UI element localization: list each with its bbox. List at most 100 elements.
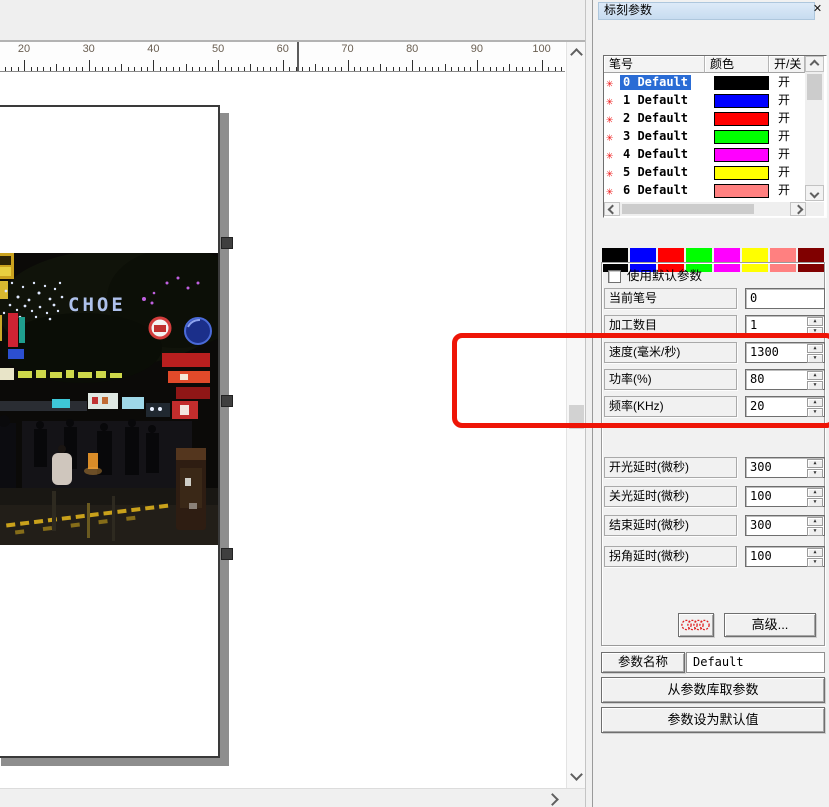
pen-color-swatch[interactable] <box>714 130 769 144</box>
selection-handle-bottom-right[interactable] <box>221 548 233 560</box>
param-name-field[interactable]: Default <box>686 652 825 673</box>
pen-scroll-left-button[interactable] <box>604 202 620 216</box>
pen-list-column-header[interactable]: 开/关 <box>769 56 805 73</box>
street-photo-object[interactable]: CHOE <box>0 253 218 545</box>
pen-row[interactable]: ✳0 Default开 <box>604 74 805 92</box>
spin-up-button[interactable]: ▲ <box>807 317 823 326</box>
panel-titlebar[interactable]: 标刻参数 <box>598 2 815 20</box>
field-input[interactable]: 1300▲▼ <box>745 342 825 363</box>
ruler-tick <box>328 67 329 71</box>
pen-row[interactable]: ✳1 Default开 <box>604 92 805 110</box>
spin-up-button[interactable]: ▲ <box>807 398 823 407</box>
spin-up-button[interactable]: ▲ <box>807 517 823 526</box>
use-default-checkbox[interactable] <box>608 270 621 283</box>
spin-up-button[interactable]: ▲ <box>807 488 823 497</box>
field-input[interactable]: 100▲▼ <box>745 486 825 507</box>
pen-row[interactable]: ✳2 Default开 <box>604 110 805 128</box>
ruler-tick <box>141 67 142 71</box>
spin-down-button[interactable]: ▼ <box>807 498 823 507</box>
pen-name[interactable]: 0 Default <box>620 75 691 90</box>
pen-vscroll-thumb[interactable] <box>807 74 822 100</box>
spin-down-button[interactable]: ▼ <box>807 558 823 567</box>
pen-color-swatch[interactable] <box>714 184 769 198</box>
ruler-label: 20 <box>11 43 37 55</box>
marking-params-panel: 标刻参数 ✕ 笔号颜色开/关 ✳0 Default开✳1 Default开✳2 … <box>592 0 829 807</box>
spin-up-button[interactable]: ▲ <box>807 371 823 380</box>
pen-row[interactable]: ✳6 Default开 <box>604 182 805 200</box>
pen-hscroll-thumb[interactable] <box>622 204 754 214</box>
ruler-tick <box>425 67 426 71</box>
field-input[interactable]: 300▲▼ <box>745 457 825 478</box>
drawing-workspace[interactable]: CHOE <box>0 72 565 788</box>
pen-list-column-header[interactable]: 颜色 <box>705 56 769 73</box>
pen-state[interactable]: 开 <box>778 129 790 144</box>
pen-row[interactable]: ✳4 Default开 <box>604 146 805 164</box>
selection-handle-mid-right[interactable] <box>221 395 233 407</box>
vscroll-thumb[interactable] <box>569 405 584 429</box>
advanced-button[interactable]: 高级... <box>724 613 816 637</box>
pen-name[interactable]: 2 Default <box>620 111 691 126</box>
field-label: 功率(%) <box>604 369 737 390</box>
spin-up-button[interactable]: ▲ <box>807 459 823 468</box>
pen-color-swatch[interactable] <box>714 166 769 180</box>
field-input[interactable]: 20▲▼ <box>745 396 825 417</box>
ruler-tick <box>69 67 70 71</box>
pen-name[interactable]: 3 Default <box>620 129 691 144</box>
pen-list-vscrollbar[interactable] <box>805 56 824 201</box>
pen-list-hscrollbar[interactable] <box>604 202 824 216</box>
field-input[interactable]: 300▲▼ <box>745 515 825 536</box>
pen-color-swatch[interactable] <box>714 94 769 108</box>
field-label: 速度(毫米/秒) <box>604 342 737 363</box>
field-value: 80 <box>750 372 764 386</box>
pen-color-swatch[interactable] <box>714 76 769 90</box>
pen-name[interactable]: 5 Default <box>620 165 691 180</box>
spinner: ▲▼ <box>807 344 823 363</box>
param-name-label[interactable]: 参数名称 <box>601 652 685 673</box>
spinner: ▲▼ <box>807 488 823 507</box>
pen-state[interactable]: 开 <box>778 75 790 90</box>
scroll-down-icon[interactable] <box>570 768 583 781</box>
pen-scroll-up-button[interactable] <box>805 56 824 72</box>
spinner: ▲▼ <box>807 517 823 536</box>
close-icon[interactable]: ✕ <box>810 2 825 17</box>
spin-down-button[interactable]: ▼ <box>807 469 823 478</box>
pen-row[interactable]: ✳5 Default开 <box>604 164 805 182</box>
spin-down-button[interactable]: ▼ <box>807 408 823 417</box>
pen-scroll-right-button[interactable] <box>790 202 806 216</box>
laser-rings-button[interactable] <box>678 613 714 637</box>
ruler-tick <box>43 67 44 71</box>
ruler-tick <box>205 67 206 71</box>
spin-down-button[interactable]: ▼ <box>807 381 823 390</box>
field-input[interactable]: 100▲▼ <box>745 546 825 567</box>
pen-state[interactable]: 开 <box>778 147 790 162</box>
pen-name[interactable]: 4 Default <box>620 147 691 162</box>
pen-state[interactable]: 开 <box>778 165 790 180</box>
ruler-tick <box>470 67 471 71</box>
pen-state[interactable]: 开 <box>778 93 790 108</box>
pen-state[interactable]: 开 <box>778 111 790 126</box>
pen-name[interactable]: 6 Default <box>620 183 691 198</box>
pen-color-swatch[interactable] <box>714 148 769 162</box>
spin-down-button[interactable]: ▼ <box>807 527 823 536</box>
canvas-vscrollbar[interactable] <box>566 42 586 788</box>
set-as-default-button[interactable]: 参数设为默认值 <box>601 707 825 733</box>
pen-color-swatch[interactable] <box>714 112 769 126</box>
pen-state[interactable]: 开 <box>778 183 790 198</box>
spin-down-button[interactable]: ▼ <box>807 327 823 336</box>
field-input[interactable]: 80 ▲▼ <box>745 369 825 390</box>
pen-list-column-header[interactable]: 笔号 <box>604 56 705 73</box>
scroll-up-icon[interactable] <box>570 48 583 61</box>
pen-name[interactable]: 1 Default <box>620 93 691 108</box>
scroll-right-icon[interactable] <box>546 793 559 806</box>
pen-scroll-down-button[interactable] <box>805 185 824 201</box>
field-input[interactable]: 1▲▼ <box>745 315 825 336</box>
canvas-hscrollbar[interactable] <box>0 788 585 807</box>
selection-handle-top-right[interactable] <box>221 237 233 249</box>
pen-row[interactable]: ✳3 Default开 <box>604 128 805 146</box>
ruler-tick <box>516 67 517 71</box>
get-from-library-button[interactable]: 从参数库取参数 <box>601 677 825 703</box>
spin-up-button[interactable]: ▲ <box>807 344 823 353</box>
spin-down-button[interactable]: ▼ <box>807 354 823 363</box>
field-input[interactable]: 0 <box>745 288 825 309</box>
spin-up-button[interactable]: ▲ <box>807 548 823 557</box>
